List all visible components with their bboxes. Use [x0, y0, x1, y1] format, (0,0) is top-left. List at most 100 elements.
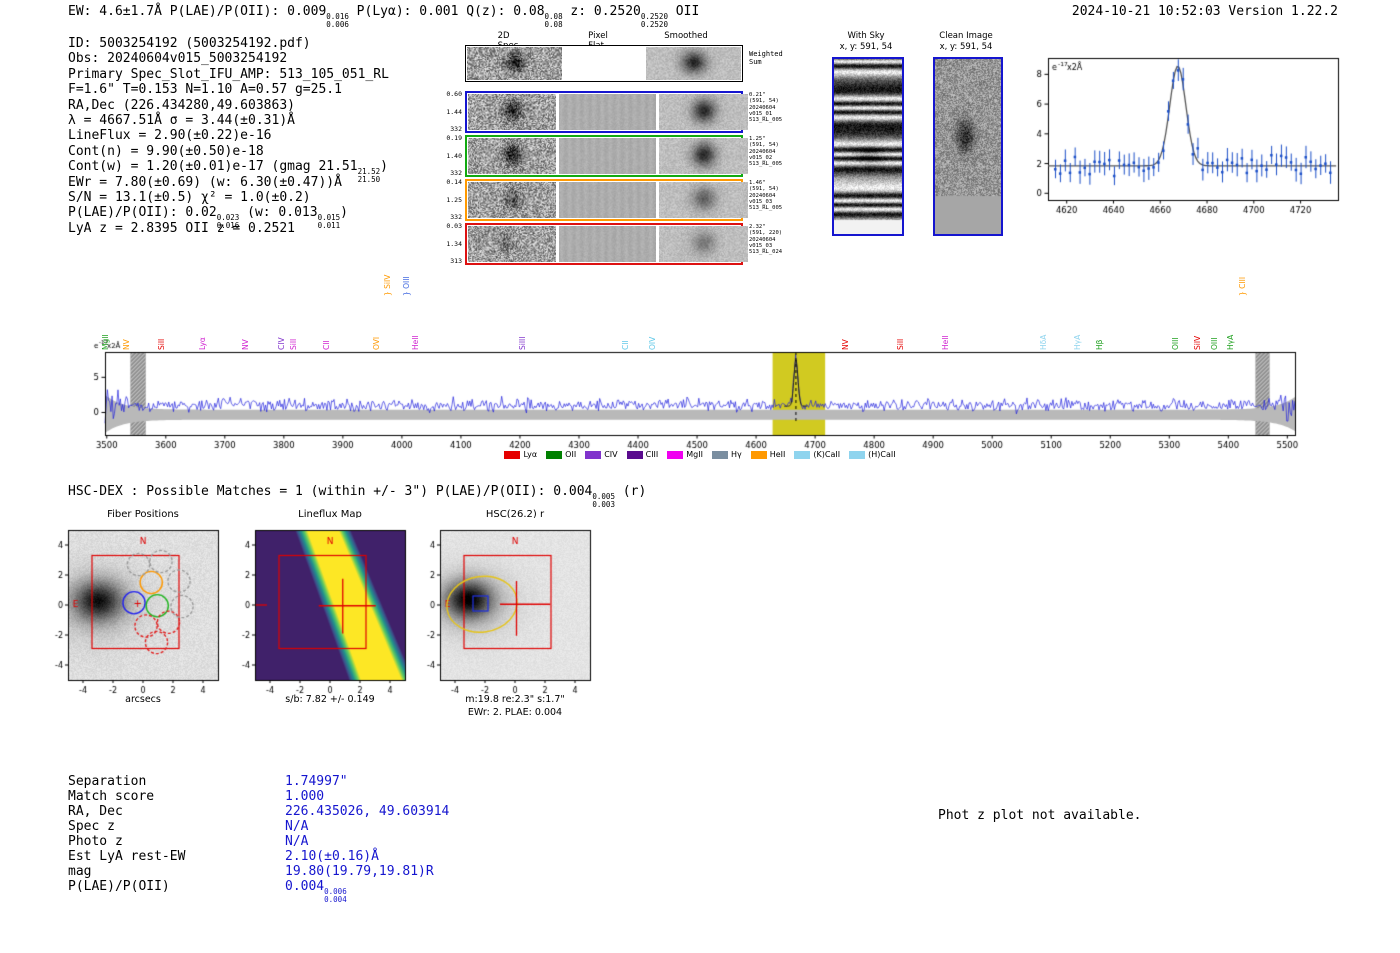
match-row-value: N/A: [285, 834, 308, 849]
legend-label: (K)CaII: [813, 450, 840, 459]
spec2d-col-header: Smoothed: [664, 31, 707, 41]
text-segment: ): [340, 205, 348, 220]
text-segment: 1.74997": [285, 774, 348, 789]
text-segment: LineFlux = 2.90(±0.22)e-16: [68, 128, 272, 143]
text-segment: F=1.6" T=0.153 N=1.10 A=0.57 g=25.1: [68, 82, 342, 97]
spec2d-row: [465, 179, 743, 221]
emission-line-label: HγA: [1226, 335, 1235, 350]
legend-swatch: [712, 451, 728, 459]
spec2d-row: [465, 45, 743, 82]
info-line: LineFlux = 2.90(±0.22)e-16: [68, 128, 389, 143]
emission-line-label: } SiIV: [383, 275, 392, 296]
emission-line-label: HγA: [1073, 335, 1082, 350]
with-sky-image: [832, 57, 904, 236]
legend-item: (K)CaII: [794, 450, 840, 459]
match-row-label: Match score: [68, 789, 154, 804]
text-segment: Primary Spec_Slot_IFU_AMP: 513_105_051_R…: [68, 67, 389, 82]
spec2d-row-annotation: 0.21"(591, 54)20240604v015_01513_RL_005: [749, 92, 782, 123]
match-row-label: Separation: [68, 774, 146, 789]
fiber-positions-cutout: [40, 518, 230, 704]
legend-swatch: [585, 451, 601, 459]
hscdex-match-header: HSC-DEX : Possible Matches = 1 (within +…: [68, 484, 646, 509]
match-row-label: Photo z: [68, 834, 123, 849]
spec2d-panel: [646, 47, 741, 80]
emission-line-label: OIV: [648, 337, 657, 350]
text-segment: 226.435026, 49.603914: [285, 804, 449, 819]
spec2d-row: [465, 135, 743, 177]
legend-item: Hγ: [712, 450, 742, 459]
clean-image-title: Clean Image: [939, 31, 992, 41]
emission-line-label: NV: [241, 339, 250, 350]
emission-line-label: SiII: [289, 339, 298, 350]
legend-label: Lyα: [523, 450, 537, 459]
spec2d-row: [465, 91, 743, 133]
spec2d-panel: [559, 182, 656, 218]
legend-swatch: [546, 451, 562, 459]
info-line: Primary Spec_Slot_IFU_AMP: 513_105_051_R…: [68, 67, 389, 82]
spec2d-row-stats: 0.031.34313: [441, 223, 462, 265]
photz-note: Phot z plot not available.: [938, 808, 1142, 823]
info-line: λ = 4667.51Å σ = 3.44(±0.31)Å: [68, 113, 389, 128]
info-line: Obs: 20240604v015_5003254192: [68, 51, 389, 66]
emission-line-label: HδA: [1039, 335, 1048, 350]
text-segment: P(LAE)/P(OII): 0.02: [68, 205, 217, 220]
legend-item: Lyα: [504, 450, 537, 459]
text-segment: LyA z = 2.8395 OII z = 0.2521: [68, 221, 295, 236]
legend-swatch: [751, 451, 767, 459]
text-segment: 0.004: [285, 879, 324, 894]
hsc-ewr-plae-label: EWr: 2. PLAE: 0.004: [468, 707, 562, 718]
with-sky-coords: x, y: 591, 54: [840, 42, 893, 52]
match-row-value: 2.10(±0.16)Å: [285, 849, 379, 864]
spec2d-row-stats: 0.601.44332: [441, 91, 462, 133]
text-segment: 19.80(19.79,19.81)R: [285, 864, 434, 879]
text-segment: S/N = 13.1(±0.5) χ² = 1.0(±0.2): [68, 190, 311, 205]
stacked-fraction: 0.0060.004: [324, 888, 347, 904]
clean-image: [933, 57, 1003, 236]
legend-swatch: [504, 451, 520, 459]
zoomed-spectrum-plot: [1018, 44, 1344, 230]
match-row-value: 1.000: [285, 789, 324, 804]
spec2d-row-annotation: 1.25"(591, 54)20240604v015_02513_RL_005: [749, 136, 782, 167]
pixel-flat-blank: [565, 47, 644, 77]
info-line: Cont(n) = 9.90(±0.50)e-18: [68, 144, 389, 159]
emission-line-label: OIII: [1171, 337, 1180, 350]
legend-label: OII: [565, 450, 576, 459]
timestamp: 2024-10-21 10:52:03 Version 1.22.2: [1072, 4, 1338, 19]
text-segment: Cont(n) = 9.90(±0.50)e-18: [68, 144, 264, 159]
legend-item: CIII: [627, 450, 659, 459]
spec2d-panel: [468, 182, 556, 218]
detection-info-block: ID: 5003254192 (5003254192.pdf)Obs: 2024…: [68, 36, 389, 236]
text-segment: N/A: [285, 834, 308, 849]
emission-line-label: SiII: [896, 339, 905, 350]
info-line: S/N = 13.1(±0.5) χ² = 1.0(±0.2): [68, 190, 389, 205]
text-segment: P(Lyα): 0.001 Q(z): 0.08: [349, 4, 545, 19]
legend-item: HeII: [751, 450, 786, 459]
text-segment: OII: [668, 4, 699, 19]
spec2d-panel: [467, 47, 562, 80]
stacked-fraction: 0.080.08: [545, 13, 563, 29]
match-row-label: Spec z: [68, 819, 115, 834]
clean-image-coords: x, y: 591, 54: [940, 42, 993, 52]
stacked-fraction: 0.0050.003: [592, 493, 615, 509]
info-line: LyA z = 2.8395 OII z = 0.2521: [68, 221, 389, 236]
info-line: Cont(w) = 1.20(±0.01)e-17 (gmag 21.5121.…: [68, 159, 389, 174]
text-segment: ): [380, 159, 388, 174]
text-segment: Cont(w) = 1.20(±0.01)e-17 (gmag 21.51: [68, 159, 358, 174]
spec2d-panel: [559, 94, 656, 130]
text-segment: EW: 4.6±1.7Å P(LAE)/P(OII): 0.009: [68, 4, 326, 19]
legend-swatch: [667, 451, 683, 459]
hsc-r-cutout: [412, 518, 602, 704]
text-segment: Obs: 20240604v015_5003254192: [68, 51, 287, 66]
stacked-fraction: 0.0150.011: [318, 214, 341, 230]
full-spectrum-plot: [90, 338, 1310, 460]
legend-label: (H)CaII: [868, 450, 895, 459]
text-segment: N/A: [285, 819, 308, 834]
text-segment: HSC-DEX : Possible Matches = 1 (within +…: [68, 484, 592, 499]
legend-label: CIV: [604, 450, 617, 459]
match-row-value: 1.74997": [285, 774, 348, 789]
stacked-fraction: 21.5221.50: [358, 168, 381, 184]
spec2d-panel: [659, 226, 747, 262]
legend-label: HeII: [770, 450, 786, 459]
legend-item: (H)CaII: [849, 450, 895, 459]
stacked-fraction: 0.25200.2520: [641, 13, 668, 29]
